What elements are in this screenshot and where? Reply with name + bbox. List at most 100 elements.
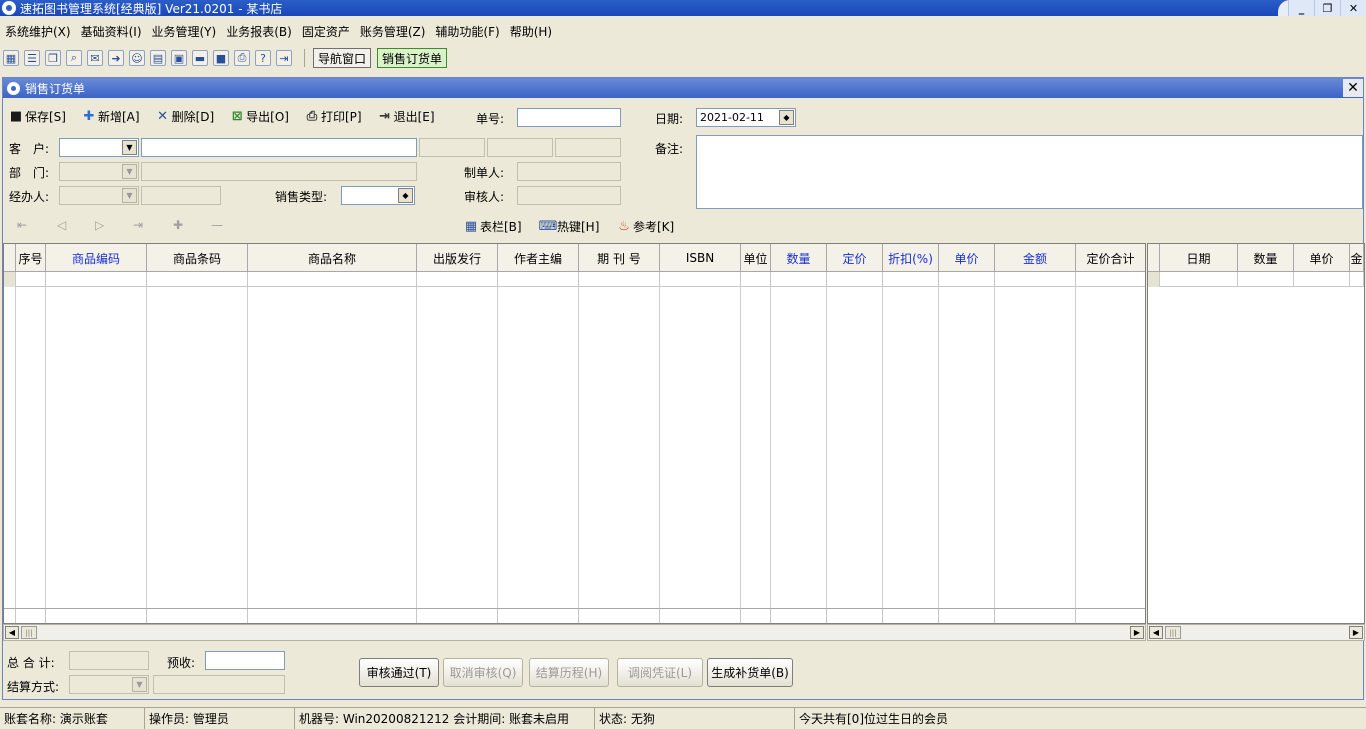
spin-icon[interactable]: ◆ (398, 188, 413, 203)
menu-accounts[interactable]: 账务管理(Z) (355, 23, 431, 40)
first-record-icon[interactable]: ⇤ (17, 218, 27, 232)
reference-button[interactable]: ♨ 参考[K] (617, 218, 674, 235)
grid-hscrollbar[interactable]: ◀ ||| ▶ (3, 624, 1146, 641)
header-author[interactable]: 作者主编 (498, 244, 579, 272)
export-button[interactable]: ⊠ 导出[O] (230, 108, 289, 125)
handler-select[interactable]: ▼ (59, 186, 139, 205)
menu-assets[interactable]: 固定资产 (297, 23, 355, 40)
header-amount[interactable]: 金额 (995, 244, 1076, 272)
header-discount[interactable]: 折扣(%) (883, 244, 939, 272)
columns-button[interactable]: ▦ 表栏[B] (464, 218, 522, 235)
sales-type-select[interactable]: ◆ (341, 186, 415, 205)
history-header-amount[interactable]: 金 (1350, 244, 1364, 272)
scroll-left-icon[interactable]: ◀ (5, 626, 19, 639)
help-icon[interactable]: ? (255, 50, 271, 66)
title-bar: 速拓图书管理系统[经典版] Ver21.0201 - 某书店 _ ❐ ✕ (0, 0, 1366, 16)
header-list-price[interactable]: 定价 (827, 244, 883, 272)
dept-name-field (141, 162, 417, 181)
approve-button[interactable]: 审核通过(T) (359, 658, 439, 687)
scroll-right-icon[interactable]: ▶ (1130, 626, 1144, 639)
header-unit-price[interactable]: 单价 (939, 244, 995, 272)
prepay-input[interactable] (205, 651, 285, 670)
customer-name-field[interactable] (141, 138, 417, 157)
minimize-icon[interactable]: _ (1288, 0, 1314, 16)
settle-history-button[interactable]: 结算历程(H) (529, 658, 609, 687)
chevron-down-icon[interactable]: ▼ (122, 164, 137, 179)
spin-icon[interactable]: ◆ (779, 110, 794, 125)
remark-textarea[interactable] (696, 135, 1363, 209)
scroll-right-icon[interactable]: ▶ (1349, 626, 1363, 639)
nav-window-button[interactable]: 导航窗口 (313, 48, 372, 68)
header-seq[interactable]: 序号 (16, 244, 46, 272)
chevron-down-icon[interactable]: ▼ (132, 677, 147, 692)
arrow-icon[interactable]: ➜ (108, 50, 124, 66)
header-barcode[interactable]: 商品条码 (147, 244, 248, 272)
add-button[interactable]: ✚ 新增[A] (82, 108, 140, 125)
menu-business[interactable]: 业务管理(Y) (147, 23, 222, 40)
replenish-button[interactable]: 生成补货单(B) (707, 658, 793, 687)
hotkey-button[interactable]: ⌨ 热键[H] (539, 218, 600, 235)
chat-icon[interactable]: ✉ (87, 50, 103, 66)
window-icon[interactable]: ❐ (45, 50, 61, 66)
table-row[interactable] (4, 272, 1145, 287)
header-product-name[interactable]: 商品名称 (248, 244, 417, 272)
header-isbn[interactable]: ISBN (660, 244, 741, 272)
child-close-icon[interactable]: ✕ (1343, 79, 1363, 97)
window-title: 速拓图书管理系统[经典版] Ver21.0201 - 某书店 (20, 1, 283, 16)
printer-icon: ⎙ (306, 108, 318, 124)
grid-icon[interactable]: ▦ (3, 50, 19, 66)
header-publisher[interactable]: 出版发行 (417, 244, 498, 272)
cancel-approve-button[interactable]: 取消审核(Q) (443, 658, 523, 687)
history-hscrollbar[interactable]: ◀ ||| ▶ (1147, 624, 1365, 641)
order-no-input[interactable] (517, 108, 621, 127)
save-button[interactable]: ■ 保存[S] (9, 108, 66, 125)
header-issn[interactable]: 期 刊 号 (579, 244, 660, 272)
close-icon[interactable]: ✕ (1340, 0, 1366, 16)
insert-row-icon[interactable]: ✚ (173, 218, 183, 232)
save-icon[interactable]: ■ (213, 50, 229, 66)
prev-record-icon[interactable]: ◁ (57, 218, 66, 232)
exit-button[interactable]: ⇥ 退出[E] (378, 108, 434, 125)
scroll-thumb[interactable]: ||| (21, 626, 37, 639)
history-header-price[interactable]: 单价 (1294, 244, 1350, 272)
menu-help[interactable]: 帮助(H) (505, 23, 557, 40)
history-row[interactable] (1148, 272, 1364, 287)
search-icon[interactable]: ⌕ (66, 50, 82, 66)
print-icon[interactable]: ⎙ (234, 50, 250, 66)
chevron-down-icon[interactable]: ▼ (122, 188, 137, 203)
customer-select[interactable]: ▼ (59, 138, 139, 157)
header-product-code[interactable]: 商品编码 (46, 244, 147, 272)
menu-basic-data[interactable]: 基础资料(I) (76, 23, 147, 40)
card-icon[interactable]: ▬ (192, 50, 208, 66)
restore-icon[interactable]: ❐ (1314, 0, 1340, 16)
menu-system[interactable]: 系统维护(X) (0, 23, 76, 40)
history-header-date[interactable]: 日期 (1160, 244, 1238, 272)
settle-select[interactable]: ▼ (69, 675, 149, 694)
header-unit[interactable]: 单位 (741, 244, 771, 272)
order-items-grid[interactable]: 序号 商品编码 商品条码 商品名称 出版发行 作者主编 期 刊 号 ISBN 单… (3, 243, 1146, 624)
header-list-total[interactable]: 定价合计 (1076, 244, 1145, 272)
scroll-left-icon[interactable]: ◀ (1149, 626, 1163, 639)
voucher-button[interactable]: 调阅凭证(L) (617, 658, 703, 687)
scroll-thumb[interactable]: ||| (1165, 626, 1181, 639)
dept-select[interactable]: ▼ (59, 162, 139, 181)
print-button[interactable]: ⎙ 打印[P] (305, 108, 362, 125)
exit-icon[interactable]: ⇥ (276, 50, 292, 66)
chevron-down-icon[interactable]: ▼ (122, 140, 137, 155)
delete-button[interactable]: ✕ 删除[D] (156, 108, 214, 125)
folder-icon[interactable]: ▣ (171, 50, 187, 66)
date-picker[interactable]: 2021-02-11 ◆ (696, 108, 796, 127)
menu-reports[interactable]: 业务报表(B) (221, 23, 297, 40)
next-record-icon[interactable]: ▷ (95, 218, 104, 232)
history-header-quantity[interactable]: 数量 (1238, 244, 1294, 272)
user-icon[interactable]: ☺ (129, 50, 145, 66)
last-record-icon[interactable]: ⇥ (133, 218, 143, 232)
header-quantity[interactable]: 数量 (771, 244, 827, 272)
history-grid[interactable]: 日期 数量 单价 金 (1147, 243, 1365, 624)
delete-row-icon[interactable]: — (211, 218, 223, 232)
sales-order-button[interactable]: 销售订货单 (377, 48, 448, 68)
list-icon[interactable]: ☰ (24, 50, 40, 66)
columns-label: 表栏[B] (480, 220, 522, 234)
form-icon[interactable]: ▤ (150, 50, 166, 66)
menu-tools[interactable]: 辅助功能(F) (430, 23, 504, 40)
